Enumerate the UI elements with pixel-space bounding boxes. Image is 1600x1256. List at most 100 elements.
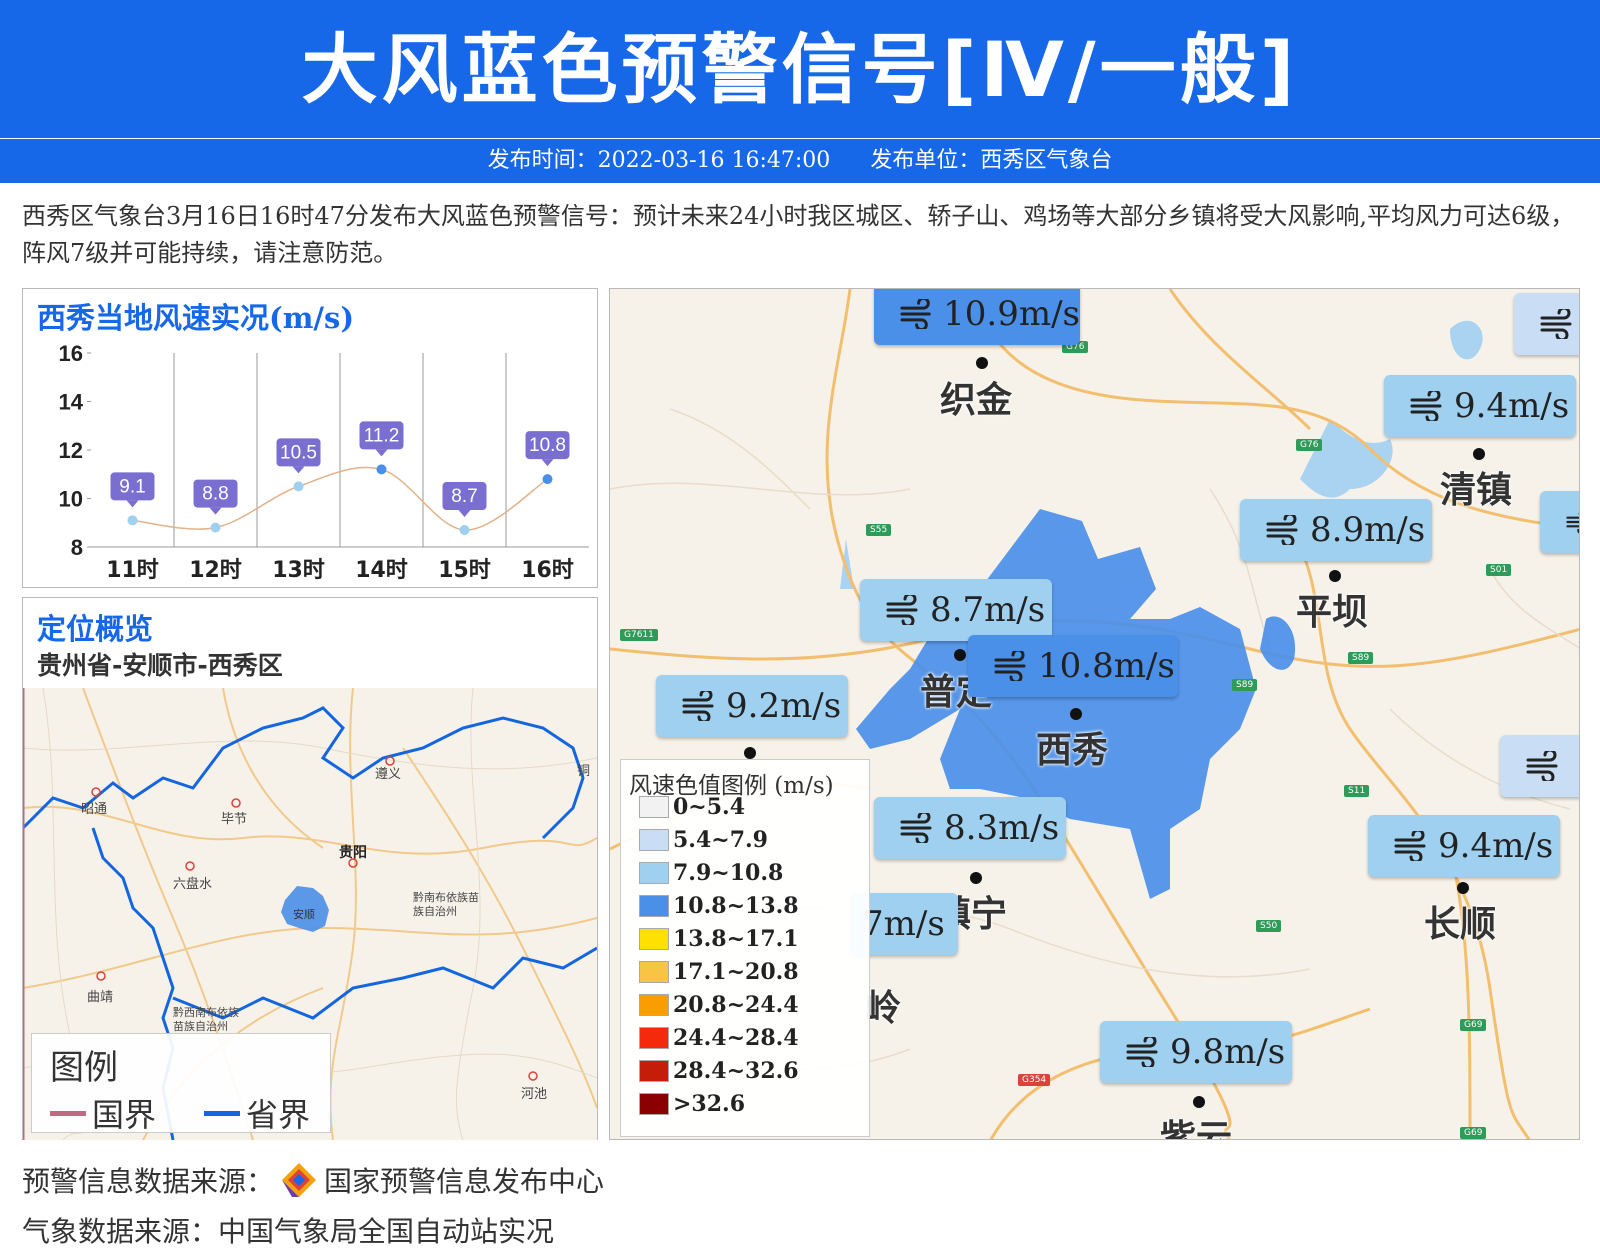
wind-icon	[1566, 512, 1579, 534]
location-path: 贵州省-安顺市-西秀区	[37, 651, 283, 680]
wind-tag-edge[interactable]	[1540, 491, 1579, 553]
color-swatch	[639, 1027, 669, 1049]
wind-icon	[682, 691, 714, 721]
wind-value: 8.9m/s	[1310, 510, 1426, 550]
color-swatch	[639, 862, 669, 884]
overview-map[interactable]: 遵义 昭通 毕节 贵阳 六盘水 黔南布依族苗族自治州 曲靖 黔西南布依族苗族自治…	[23, 688, 597, 1140]
color-swatch	[639, 796, 669, 818]
location-panel: 定位概览 贵州省-安顺市-西秀区 遵义 昭通 毕节 贵阳 六盘水 黔南布依族苗族…	[22, 597, 598, 1140]
wind-icon	[1540, 309, 1572, 339]
data-point	[293, 481, 304, 492]
road-tag: G69	[1460, 1127, 1487, 1139]
station-dot	[954, 649, 966, 661]
boundary-legend-title: 图例	[50, 1048, 118, 1088]
place-changshun: 长顺	[1424, 904, 1497, 945]
y-tick-label: 14	[59, 390, 84, 415]
legend-item-provincial: 省界	[204, 1090, 310, 1136]
wind-tag-pingba[interactable]: 8.9m/s	[1240, 499, 1432, 561]
road-tag: S89	[1232, 679, 1258, 691]
data-label-pointer	[541, 459, 554, 467]
wind-value: 9.4m/s	[1454, 386, 1570, 426]
place-zhijin: 织金	[940, 380, 1013, 421]
legend-label-national: 国界	[92, 1096, 157, 1134]
data-point	[376, 464, 387, 475]
place-ling: 岭	[865, 988, 902, 1029]
map-label-hechi: 河池	[521, 1087, 548, 1102]
road-tag: G69	[1460, 1019, 1487, 1031]
publisher: 发布单位：西秀区气象台	[870, 148, 1113, 173]
wind-icon	[886, 595, 918, 625]
wind-tag-qingzhen[interactable]: 9.4m/s	[1384, 375, 1576, 437]
wind-value: 9.8m/s	[1170, 1032, 1286, 1072]
map-label-guiyang: 贵阳	[339, 845, 367, 861]
publish-time: 发布时间：2022-03-16 16:47:00	[487, 148, 831, 173]
road-tag: G7611	[620, 629, 658, 641]
data-point	[459, 525, 470, 536]
color-swatch	[639, 1060, 669, 1082]
data-label-pointer	[375, 449, 388, 457]
color-swatch	[639, 1093, 669, 1115]
header-banner: 大风蓝色预警信号[Ⅳ/一般]	[0, 0, 1600, 138]
y-tick-label: 12	[59, 438, 83, 463]
station-dot	[1070, 708, 1082, 720]
y-tick-label: 8	[71, 535, 83, 560]
main-wind-map[interactable]: G76 G76 S55 S01 G7611 S89 S89 S11 S50 G6…	[609, 288, 1580, 1140]
provincial-border-swatch	[204, 1110, 240, 1116]
legend-item-national: 国界	[50, 1090, 156, 1136]
data-label: 11.2	[364, 425, 400, 446]
color-legend-row: 7.9~10.8	[639, 860, 783, 886]
station-dot	[744, 747, 756, 759]
color-swatch	[639, 994, 669, 1016]
wind-chart-panel: 西秀当地风速实况(m/s) 8 10 12 14 16 11时 12时 13时 14时 15时 16…	[22, 288, 598, 588]
wind-tag-changshun[interactable]: 9.4m/s	[1368, 815, 1560, 877]
data-label: 8.8	[202, 484, 228, 505]
warning-source-org[interactable]: 国家预警信息发布中心	[324, 1160, 604, 1200]
place-qingzhen: 清镇	[1440, 470, 1513, 511]
wind-value: 7m/s	[862, 904, 945, 944]
color-swatch	[639, 895, 669, 917]
wind-tag-ziyun[interactable]: 9.8m/s	[1100, 1021, 1292, 1083]
map-label-bijie: 毕节	[221, 812, 248, 827]
wind-tag-edge[interactable]	[1514, 293, 1579, 355]
wind-tag-zhijin[interactable]: 10.9m/s	[874, 289, 1080, 345]
wind-icon	[1410, 391, 1442, 421]
color-swatch	[639, 961, 669, 983]
wind-icon	[994, 651, 1026, 681]
wind-icon	[900, 299, 931, 329]
legend-label-provincial: 省界	[246, 1096, 311, 1134]
wind-tag-zhenning[interactable]: 8.3m/s	[874, 797, 1066, 859]
wind-icon	[1526, 751, 1558, 781]
road-tag: G354	[1018, 1074, 1051, 1086]
wind-tag-west[interactable]: 9.2m/s	[656, 675, 848, 737]
wind-value: 10.9m/s	[943, 294, 1080, 334]
color-legend-row: 0~5.4	[639, 794, 745, 820]
color-legend-row: 5.4~7.9	[639, 827, 768, 853]
wind-icon	[1394, 831, 1426, 861]
color-legend-row: 10.8~13.8	[639, 893, 799, 919]
warning-title: 大风蓝色预警信号[Ⅳ/一般]	[301, 25, 1299, 114]
map-label-qujing: 曲靖	[87, 990, 114, 1005]
place-xixiu: 西秀	[1036, 730, 1109, 771]
wind-tag-edge[interactable]	[1500, 735, 1579, 797]
wind-tag-xixiu[interactable]: 10.8m/s	[968, 635, 1178, 697]
data-label-pointer	[126, 500, 139, 508]
map-label-zunyi: 遵义	[375, 767, 402, 782]
road-tag: S89	[1348, 652, 1374, 664]
color-legend-row: 17.1~20.8	[639, 959, 799, 985]
y-tick-label: 16	[59, 341, 83, 366]
data-label: 8.7	[451, 486, 477, 507]
place-ziyun: 紫云	[1160, 1118, 1233, 1140]
x-tick-label: 15时	[438, 558, 491, 583]
wind-icon	[1126, 1037, 1158, 1067]
station-dot	[1457, 882, 1469, 894]
wind-tag-puding[interactable]: 8.7m/s	[860, 579, 1052, 641]
road-tag: S50	[1256, 920, 1282, 932]
wind-value: 10.8m/s	[1038, 646, 1175, 686]
publish-info-bar: 发布时间：2022-03-16 16:47:00 发布单位：西秀区气象台	[0, 139, 1600, 183]
x-tick-label: 11时	[106, 558, 159, 583]
station-dot	[1473, 448, 1485, 460]
color-legend-row: 20.8~24.4	[639, 992, 799, 1018]
warning-description: 西秀区气象台3月16日16时47分发布大风蓝色预警信号：预计未来24小时我区城区…	[22, 202, 1575, 267]
wind-value: 8.7m/s	[930, 590, 1046, 630]
map-label-anshun: 安顺	[293, 908, 315, 921]
